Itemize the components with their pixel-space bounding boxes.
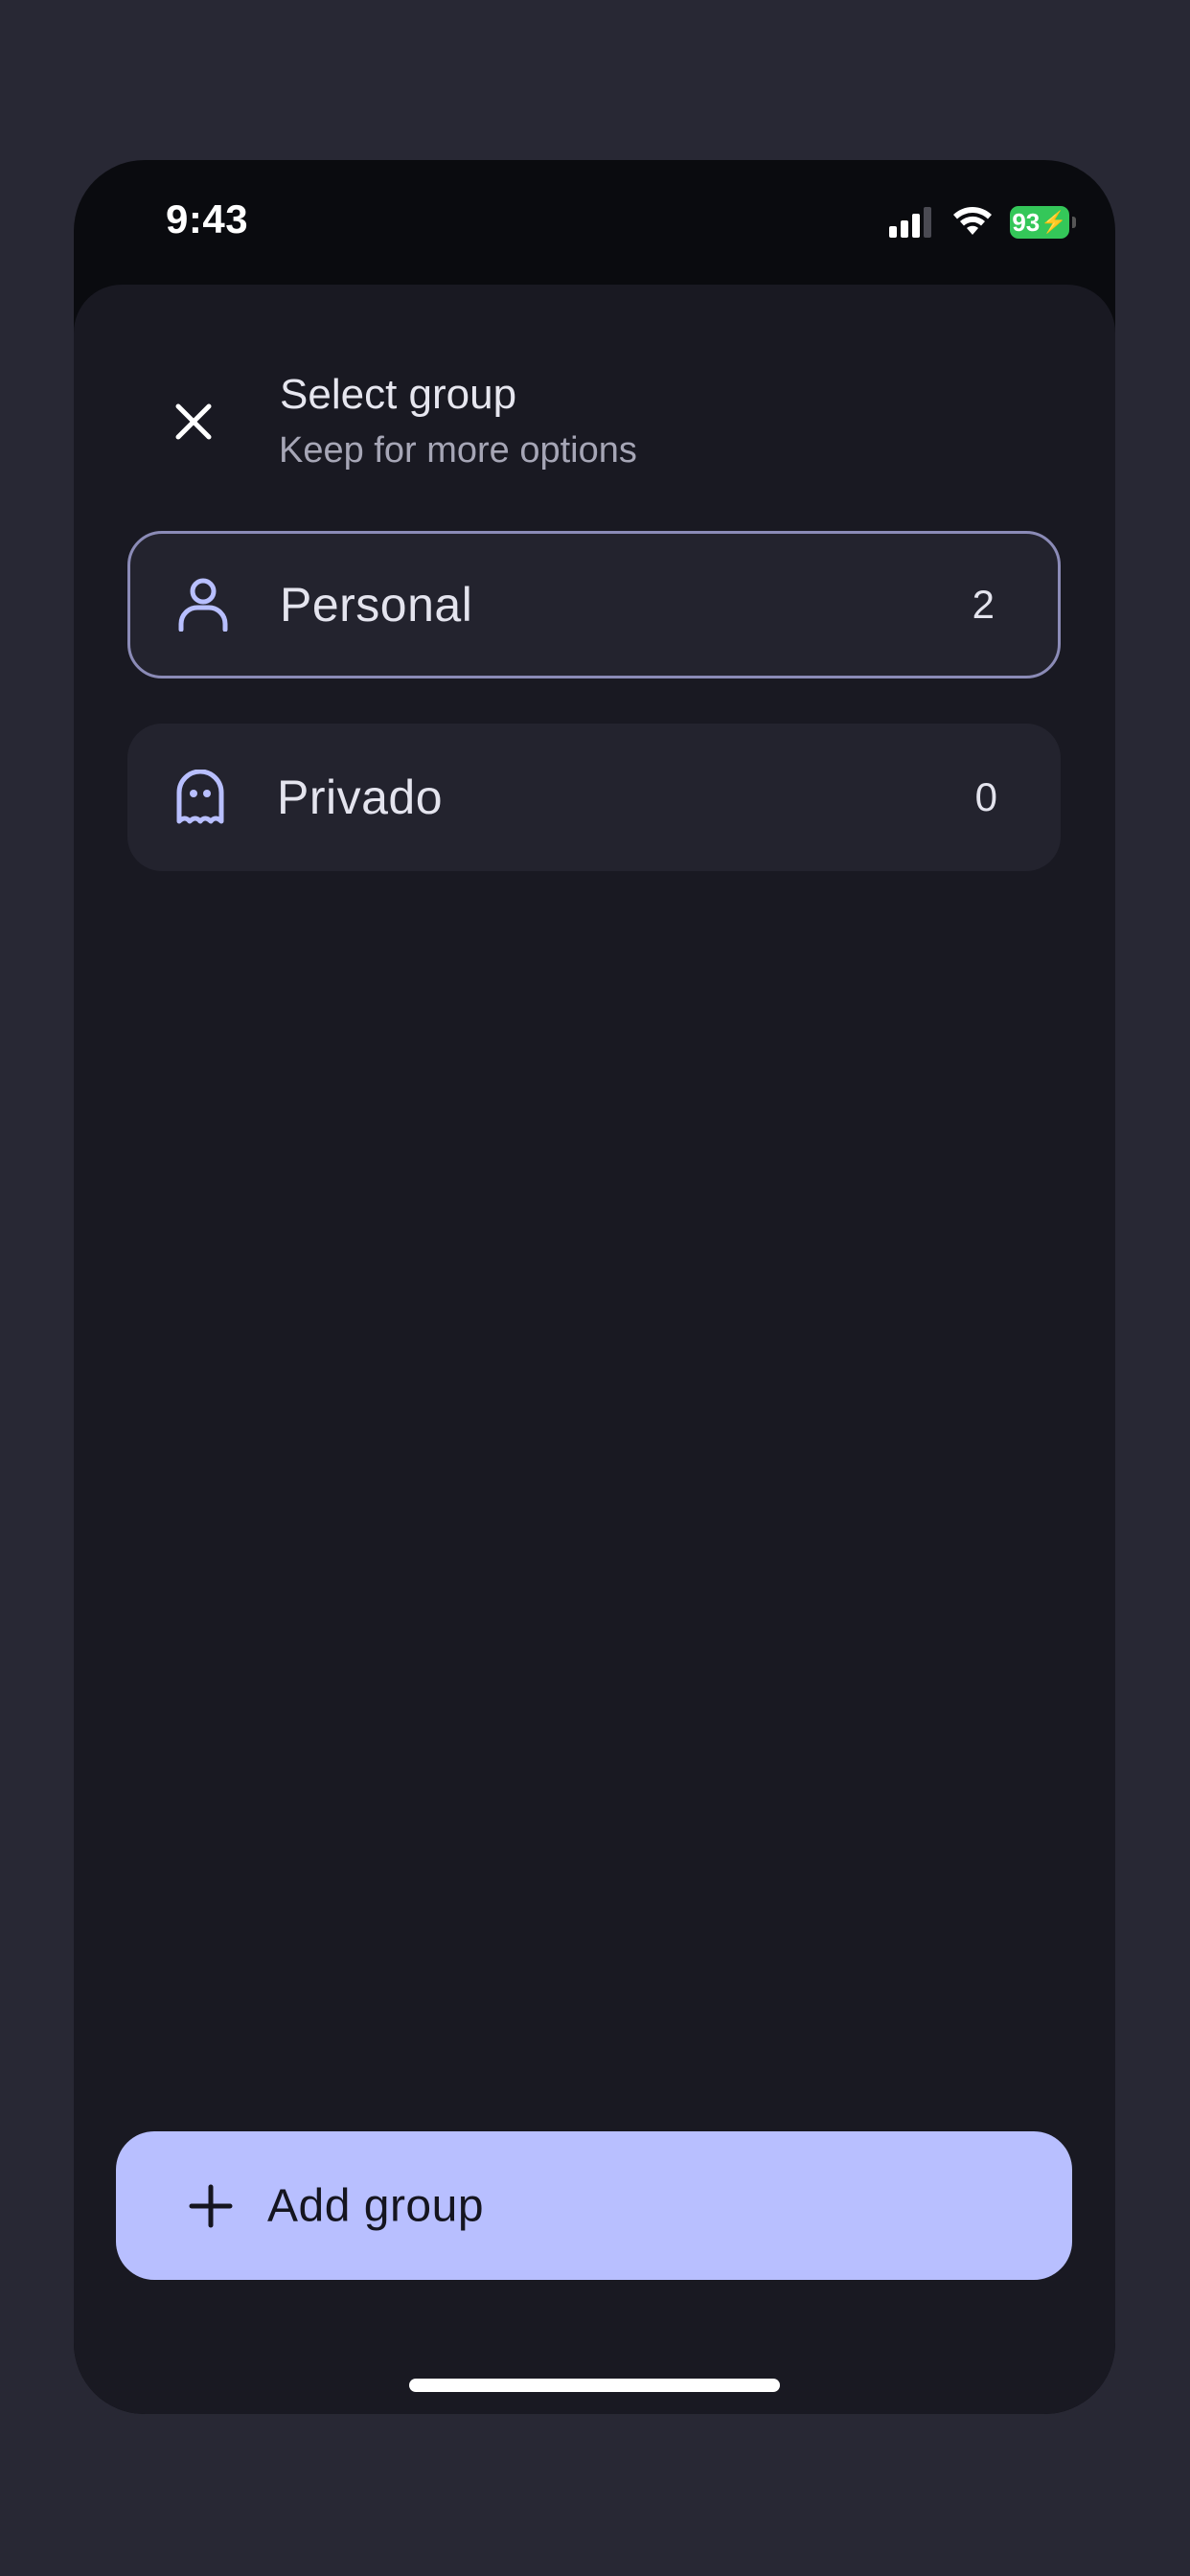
group-label: Personal <box>280 578 473 632</box>
add-group-button[interactable]: Add group <box>116 2131 1072 2280</box>
sheet-header: Select group Keep for more options <box>74 371 1115 476</box>
close-button[interactable] <box>160 388 227 455</box>
phone-screen: 9:43 93 ⚡ Select group Keep for more opt… <box>74 160 1115 2414</box>
ghost-icon <box>173 769 227 826</box>
close-icon <box>175 403 212 440</box>
group-count: 2 <box>972 582 995 627</box>
charging-bolt-icon: ⚡ <box>1041 210 1067 234</box>
add-group-label: Add group <box>267 2180 485 2231</box>
person-icon <box>176 576 230 633</box>
cellular-signal-icon <box>889 207 931 238</box>
group-item-privado[interactable]: Privado 0 <box>127 724 1061 871</box>
status-icons: 93 ⚡ <box>889 206 1076 239</box>
battery-level: 93 <box>1012 207 1041 237</box>
sheet-subtitle: Keep for more options <box>279 430 637 471</box>
select-group-sheet: Select group Keep for more options Perso… <box>74 285 1115 2414</box>
status-bar: 9:43 93 ⚡ <box>74 160 1115 285</box>
status-time: 9:43 <box>166 196 249 242</box>
plus-icon <box>189 2184 233 2227</box>
wifi-icon <box>953 207 992 235</box>
battery-tip <box>1072 217 1076 228</box>
group-count: 0 <box>974 774 997 819</box>
group-label: Privado <box>277 770 444 824</box>
group-item-personal[interactable]: Personal 2 <box>127 531 1061 678</box>
sheet-title: Select group <box>280 371 517 418</box>
home-indicator[interactable] <box>409 2379 780 2392</box>
battery-indicator: 93 ⚡ <box>1010 206 1076 239</box>
